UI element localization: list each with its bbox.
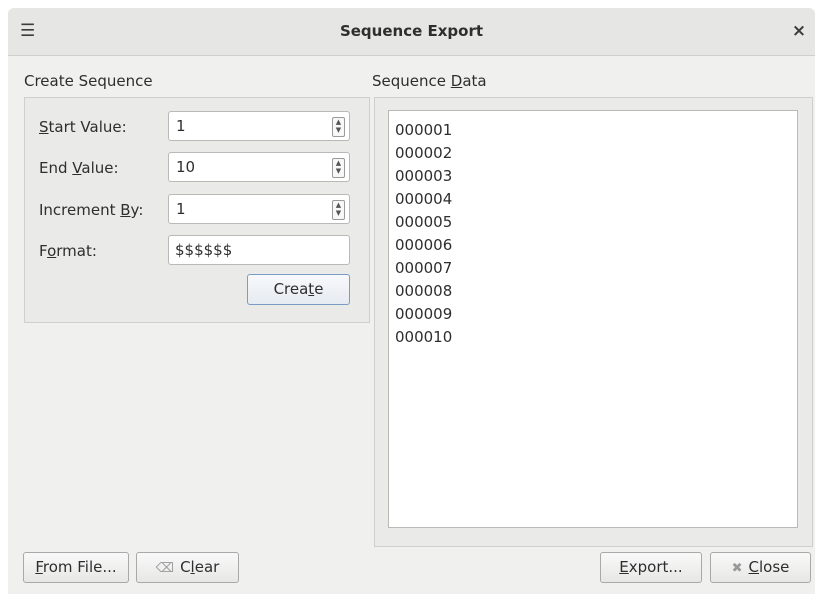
export-button[interactable]: Export... xyxy=(600,552,702,583)
create-sequence-heading: Create Sequence xyxy=(24,72,153,90)
end-value-label: End Value: xyxy=(39,159,119,177)
sequence-line: 000005 xyxy=(395,213,453,231)
increment-by-label: Increment By: xyxy=(39,201,144,219)
create-button[interactable]: Create xyxy=(247,274,350,305)
sequence-line: 000006 xyxy=(395,236,453,254)
sequence-line: 000001 xyxy=(395,121,453,139)
format-input[interactable] xyxy=(168,235,350,265)
sequence-data-textarea[interactable]: 000001 000002 000003 000004 000005 00000… xyxy=(388,110,798,528)
close-x-icon: ✖ xyxy=(731,561,743,576)
sequence-line: 000008 xyxy=(395,282,453,300)
close-button[interactable]: ✖ Close xyxy=(710,552,811,583)
increment-by-spinbox[interactable]: 1 ▲ ▼ xyxy=(168,194,350,224)
sequence-line: 000007 xyxy=(395,259,453,277)
title-bar: ☰ Sequence Export × xyxy=(8,8,815,56)
increment-by-stepper-icon[interactable]: ▲ ▼ xyxy=(332,200,345,220)
sequence-data-heading: Sequence Data xyxy=(372,72,487,90)
window-title: Sequence Export xyxy=(339,22,484,40)
sequence-line: 000009 xyxy=(395,305,453,323)
start-value-spinbox[interactable]: 1 ▲ ▼ xyxy=(168,111,350,141)
start-value-stepper-icon[interactable]: ▲ ▼ xyxy=(332,117,345,137)
sequence-line: 000010 xyxy=(395,328,453,346)
start-value-label: Start Value: xyxy=(39,118,127,136)
sequence-line: 000002 xyxy=(395,144,453,162)
end-value-spinbox[interactable]: 10 ▲ ▼ xyxy=(168,152,350,182)
end-value-text: 10 xyxy=(176,158,196,176)
increment-by-text: 1 xyxy=(176,200,186,218)
clear-button[interactable]: ⌫ Clear xyxy=(136,552,239,583)
sequence-line: 000003 xyxy=(395,167,453,185)
window-close-button[interactable]: × xyxy=(789,20,809,42)
sequence-line: 000004 xyxy=(395,190,453,208)
format-label: Format: xyxy=(39,242,97,260)
sequence-export-window: ☰ Sequence Export × Create Sequence Star… xyxy=(8,8,815,594)
end-value-stepper-icon[interactable]: ▲ ▼ xyxy=(332,158,345,178)
start-value-text: 1 xyxy=(176,117,186,135)
backspace-clear-icon: ⌫ xyxy=(155,561,175,576)
from-file-button[interactable]: From File... xyxy=(23,552,129,583)
